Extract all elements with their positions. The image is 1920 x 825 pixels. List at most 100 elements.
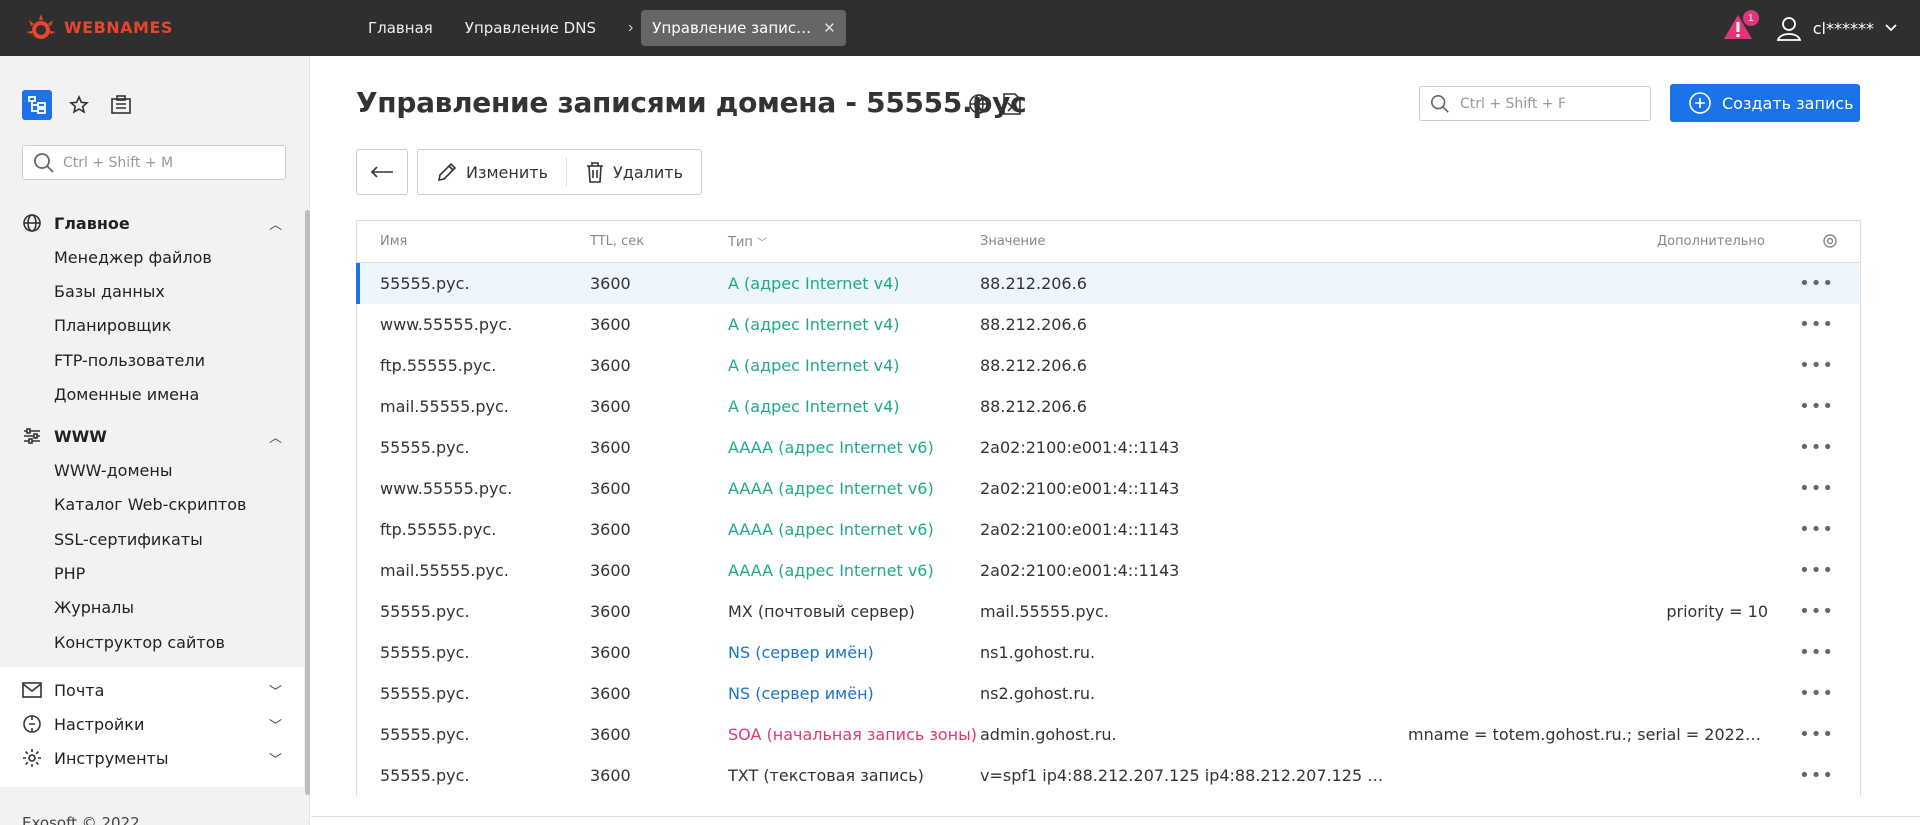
table-row[interactable]: 55555.рус. 3600 TXT (текстовая запись) v=sp… [357, 755, 1860, 796]
column-header-type-label: Тип [728, 234, 753, 250]
sidebar-item-logs[interactable]: Журналы [0, 591, 304, 625]
tree-icon [28, 96, 46, 114]
record-value: 2a02:2100:e001:4::1143 [980, 438, 1180, 457]
back-button[interactable] [356, 149, 408, 195]
plus-circle-icon [1689, 92, 1711, 114]
record-value: v=spf1 ip4:88.212.207.125 ip4:88.212.207… [980, 766, 1390, 785]
sidebar-scrollbar[interactable] [305, 210, 310, 795]
column-header-name[interactable]: Имя [380, 234, 407, 249]
globe-icon[interactable] [967, 92, 991, 121]
sidebar-item-scheduler[interactable]: Планировщик [0, 309, 304, 343]
create-record-button[interactable]: Создать запись [1670, 84, 1860, 122]
more-options-icon[interactable]: ••• [1799, 683, 1834, 704]
record-type: A (адрес Internet v4) [728, 274, 900, 293]
record-name: ftp.55555.рус. [380, 520, 497, 539]
table-row[interactable]: ftp.55555.рус. 3600 A (адрес Internet v4) 8… [357, 345, 1860, 386]
record-ttl: 3600 [590, 520, 631, 539]
table-row[interactable]: 55555.рус. 3600 NS (сервер имён) ns1.gohost… [357, 632, 1860, 673]
record-ttl: 3600 [590, 602, 631, 621]
more-options-icon[interactable]: ••• [1799, 355, 1834, 376]
record-value: admin.gohost.ru. [980, 725, 1117, 744]
table-row[interactable]: www.55555.рус. 3600 AAAA (адрес Internet v… [357, 468, 1860, 509]
nav-dns[interactable]: Управление DNS [449, 19, 612, 37]
table-row[interactable]: 55555.рус. 3600 AAAA (адрес Internet v6) 2a… [357, 427, 1860, 468]
clipboard-button[interactable] [106, 90, 136, 120]
sidebar-item-web-scripts[interactable]: Каталог Web-скриптов [0, 488, 304, 522]
column-header-ttl[interactable]: TTL, сек [590, 234, 644, 249]
record-type: TXT (текстовая запись) [728, 766, 924, 785]
table-row[interactable]: 55555.рус. 3600 A (адрес Internet v4) 88.21… [356, 263, 1860, 304]
sidebar-item-ftp-users[interactable]: FTP-пользователи [0, 343, 304, 377]
record-type: AAAA (адрес Internet v6) [728, 561, 934, 580]
logo[interactable]: WEBNAMES [24, 8, 173, 46]
more-options-icon[interactable]: ••• [1799, 560, 1834, 581]
user-menu[interactable]: cl****** [1775, 14, 1898, 42]
sidebar-item-file-manager[interactable]: Менеджер файлов [0, 240, 304, 274]
column-header-extra[interactable]: Дополнительно [1657, 234, 1765, 249]
sidebar-item-www-domains[interactable]: WWW-домены [0, 453, 304, 487]
sidebar-group-tools[interactable]: Инструменты ﹀ [0, 741, 304, 775]
records-search-input[interactable]: Ctrl + Shift + F [1419, 86, 1651, 121]
tab-active-label: Управление запис… [652, 19, 812, 37]
tree-view-button[interactable] [22, 90, 52, 120]
more-options-icon[interactable]: ••• [1799, 724, 1834, 745]
search-icon [1431, 94, 1449, 113]
chevron-down-icon [1885, 24, 1897, 32]
dns-records-table: Имя TTL, сек Тип ﹀ Значение Дополнительн… [356, 220, 1861, 796]
more-options-icon[interactable]: ••• [1799, 765, 1834, 786]
more-options-icon[interactable]: ••• [1799, 396, 1834, 417]
edit-button[interactable]: Изменить [418, 150, 566, 194]
sidebar-group-main[interactable]: Главное ︿ [0, 206, 304, 240]
record-name: 55555.рус. [380, 438, 470, 457]
table-row[interactable]: 55555.рус. 3600 NS (сервер имён) ns2.gohost… [357, 673, 1860, 714]
footer-copyright: Exosoft © 2022 [22, 814, 140, 825]
sidebar-item-site-builder[interactable]: Конструктор сайтов [0, 625, 304, 659]
sidebar-group-label: Инструменты [54, 748, 169, 768]
chevron-down-icon: ﹀ [268, 684, 282, 700]
more-options-icon[interactable]: ••• [1799, 314, 1834, 335]
table-row[interactable]: www.55555.рус. 3600 A (адрес Internet v4) 8… [357, 304, 1860, 345]
table-row[interactable]: mail.55555.рус. 3600 AAAA (адрес Internet … [357, 550, 1860, 591]
tab-active[interactable]: Управление запис… ✕ [641, 10, 846, 46]
sidebar-item-ssl[interactable]: SSL-сертификаты [0, 522, 304, 556]
nav-home[interactable]: Главная [352, 19, 449, 37]
zone-file-icon[interactable] [1001, 92, 1023, 121]
more-options-icon[interactable]: ••• [1799, 273, 1834, 294]
sidebar-item-php[interactable]: PHP [0, 556, 304, 590]
close-icon[interactable]: ✕ [823, 19, 836, 37]
sidebar-item-databases[interactable]: Базы данных [0, 274, 304, 308]
sidebar-group-mail[interactable]: Почта ﹀ [0, 673, 304, 707]
user-icon [1776, 17, 1801, 41]
sidebar-group-settings[interactable]: Настройки ﹀ [0, 707, 304, 741]
column-header-type[interactable]: Тип ﹀ [728, 234, 767, 250]
records-search-placeholder: Ctrl + Shift + F [1460, 95, 1567, 112]
sidebar-search-placeholder: Ctrl + Shift + M [63, 154, 174, 171]
table-row[interactable]: mail.55555.рус. 3600 A (адрес Internet v4)… [357, 386, 1860, 427]
record-type: NS (сервер имён) [728, 643, 874, 662]
sidebar-group-label: Настройки [54, 714, 145, 734]
sidebar-item-domain-names[interactable]: Доменные имена [0, 377, 304, 411]
sidebar-search-input[interactable]: Ctrl + Shift + M [22, 145, 286, 180]
delete-button[interactable]: Удалить [567, 150, 701, 194]
record-type: NS (сервер имён) [728, 684, 874, 703]
table-row[interactable]: 55555.рус. 3600 MX (почтовый сервер) mail.5… [357, 591, 1860, 632]
gear-icon[interactable] [1822, 233, 1838, 253]
arrow-left-icon [370, 166, 393, 178]
table-body: 55555.рус. 3600 A (адрес Internet v4) 88.21… [356, 263, 1860, 796]
more-options-icon[interactable]: ••• [1799, 601, 1834, 622]
favorites-button[interactable] [64, 90, 94, 120]
column-header-value[interactable]: Значение [980, 234, 1045, 249]
notifications-button[interactable]: 1 [1723, 10, 1759, 43]
create-record-label: Создать запись [1722, 93, 1854, 113]
table-row[interactable]: 55555.рус. 3600 SOA (начальная запись зоны… [357, 714, 1860, 755]
main-content: Управление записями домена - 55555.рус C… [311, 56, 1920, 825]
more-options-icon[interactable]: ••• [1799, 478, 1834, 499]
sidebar: Ctrl + Shift + M Главное ︿ Менеджер файл… [0, 56, 310, 825]
table-row[interactable]: ftp.55555.рус. 3600 AAAA (адрес Internet v… [357, 509, 1860, 550]
more-options-icon[interactable]: ••• [1799, 519, 1834, 540]
sidebar-group-www[interactable]: WWW ︿ [0, 419, 304, 453]
more-options-icon[interactable]: ••• [1799, 437, 1834, 458]
more-options-icon[interactable]: ••• [1799, 642, 1834, 663]
edit-label: Изменить [466, 162, 548, 182]
notification-badge: 1 [1742, 10, 1759, 26]
